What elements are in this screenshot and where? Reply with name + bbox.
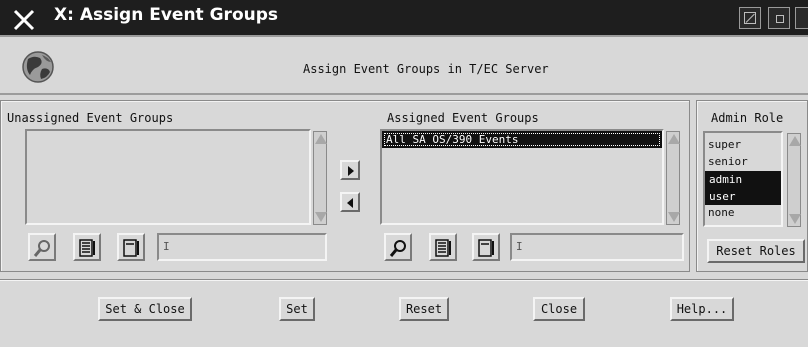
- unassigned-list[interactable]: [25, 129, 311, 225]
- minimize-button[interactable]: [739, 7, 761, 29]
- arrow-right-icon: [348, 166, 354, 176]
- unassigned-deselect-all-button[interactable]: [117, 233, 145, 261]
- scroll-up-icon[interactable]: [668, 134, 680, 144]
- globe-icon: [22, 51, 54, 83]
- reset-roles-button[interactable]: Reset Roles: [707, 239, 805, 263]
- window-title: X: Assign Event Groups: [54, 5, 279, 25]
- dialog-header: Assign Event Groups in T/EC Server: [0, 39, 808, 95]
- unassign-left-button[interactable]: [340, 192, 360, 212]
- deselect-all-icon: [478, 239, 494, 257]
- set-button[interactable]: Set: [279, 297, 315, 321]
- search-icon: [33, 240, 50, 257]
- role-item-senior[interactable]: senior: [705, 154, 781, 171]
- button-bar-divider: [0, 279, 808, 281]
- maximize-button[interactable]: [768, 7, 790, 29]
- x-window-menu-icon[interactable]: [13, 9, 35, 31]
- scroll-down-icon[interactable]: [789, 214, 801, 224]
- assigned-select-all-button[interactable]: [429, 233, 457, 261]
- unassigned-find-button[interactable]: [28, 233, 56, 261]
- arrow-left-icon: [347, 198, 353, 208]
- role-item-admin[interactable]: admin: [705, 171, 781, 188]
- role-item-super[interactable]: super: [705, 137, 781, 154]
- search-icon: [389, 240, 406, 257]
- select-all-icon: [435, 239, 451, 257]
- scroll-up-icon[interactable]: [789, 136, 801, 146]
- unassigned-label: Unassigned Event Groups: [7, 111, 174, 125]
- admin-role-label: Admin Role: [711, 111, 784, 125]
- assigned-filter-field[interactable]: I: [510, 233, 684, 261]
- admin-role-scrollbar[interactable]: [787, 133, 801, 227]
- select-all-icon: [79, 239, 95, 257]
- assigned-deselect-all-button[interactable]: [472, 233, 500, 261]
- minimize-icon: [744, 12, 756, 24]
- window-titlebar[interactable]: X: Assign Event Groups: [0, 0, 808, 37]
- set-and-close-button[interactable]: Set & Close: [98, 297, 192, 321]
- list-item[interactable]: All SA OS/390 Events: [382, 131, 662, 148]
- page-title: Assign Event Groups in T/EC Server: [303, 62, 549, 76]
- assigned-find-button[interactable]: [384, 233, 412, 261]
- event-groups-panel: Unassigned Event Groups I Assigned Event…: [0, 100, 690, 272]
- role-item-none[interactable]: none: [705, 205, 781, 222]
- role-item-user[interactable]: user: [705, 188, 781, 205]
- close-window-button[interactable]: [795, 7, 808, 29]
- unassigned-select-all-button[interactable]: [73, 233, 101, 261]
- assigned-label: Assigned Event Groups: [387, 111, 539, 125]
- help-button[interactable]: Help...: [670, 297, 734, 321]
- admin-role-list[interactable]: super senior admin user none: [703, 131, 783, 227]
- scroll-down-icon[interactable]: [668, 212, 680, 222]
- unassigned-filter-field[interactable]: I: [157, 233, 327, 261]
- close-button[interactable]: Close: [533, 297, 585, 321]
- maximize-icon: [776, 15, 784, 23]
- assigned-list[interactable]: All SA OS/390 Events: [380, 129, 664, 225]
- deselect-all-icon: [123, 239, 139, 257]
- assign-right-button[interactable]: [340, 160, 360, 180]
- scroll-down-icon[interactable]: [315, 212, 327, 222]
- unassigned-scrollbar[interactable]: [313, 131, 327, 225]
- scroll-up-icon[interactable]: [315, 134, 327, 144]
- assigned-scrollbar[interactable]: [666, 131, 680, 225]
- admin-role-panel: Admin Role super senior admin user none …: [696, 100, 808, 272]
- reset-button[interactable]: Reset: [399, 297, 449, 321]
